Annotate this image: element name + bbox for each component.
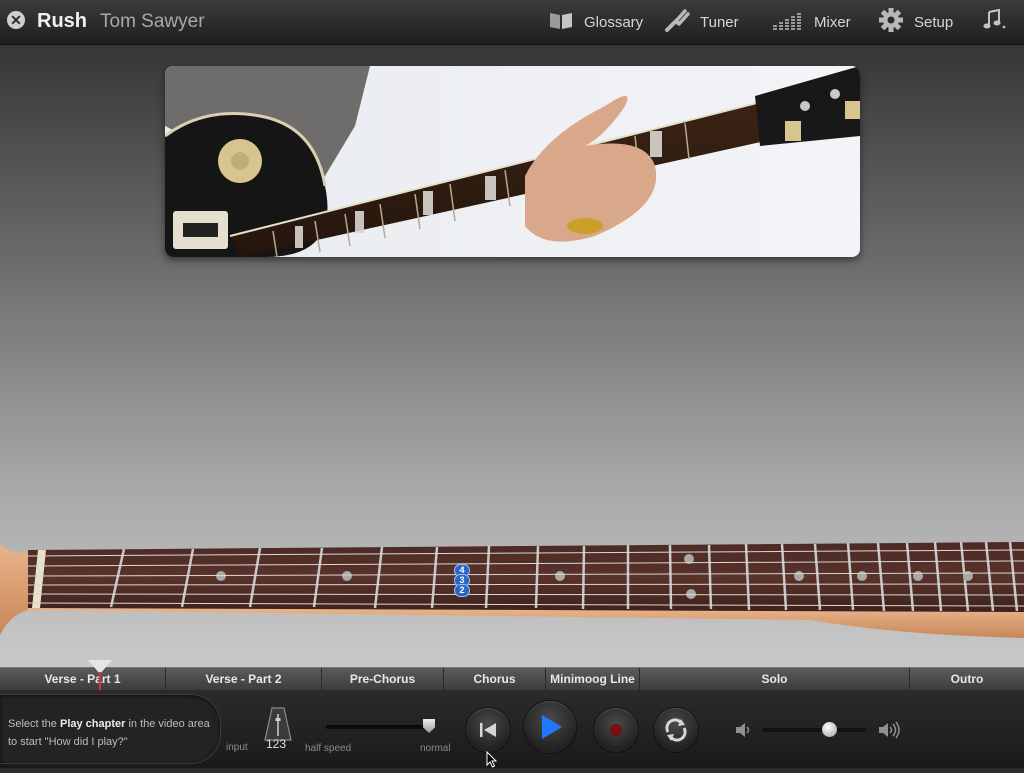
normal-speed-label: normal (420, 743, 451, 754)
volume-high-icon (877, 720, 903, 745)
volume-slider[interactable] (762, 728, 866, 732)
chapter-outro[interactable]: Outro (910, 668, 1024, 690)
skip-back-icon (480, 723, 496, 737)
mixer-bars-icon (772, 10, 804, 34)
input-label: input (226, 742, 248, 753)
chapter-verse-part-1[interactable]: Verse - Part 1 (0, 668, 166, 690)
loop-button[interactable] (654, 708, 698, 752)
record-button[interactable] (594, 708, 638, 752)
hint-panel: Select the Play chapter in the video are… (0, 694, 221, 764)
book-icon (548, 10, 574, 34)
chapter-chorus[interactable]: Chorus (444, 668, 546, 690)
speed-slider-knob[interactable] (423, 719, 435, 733)
music-note-icon (982, 8, 1008, 35)
volume-slider-knob[interactable] (822, 722, 837, 737)
chapter-pre-chorus[interactable]: Pre-Chorus (322, 668, 444, 690)
half-speed-label: half speed (305, 743, 352, 754)
chapter-verse-part-2[interactable]: Verse - Part 2 (166, 668, 322, 690)
finger-marker: 2 (454, 584, 470, 597)
loop-icon (665, 718, 687, 742)
record-icon (610, 724, 622, 736)
virtual-fretboard: 4 3 2 (0, 530, 1024, 645)
play-icon (542, 715, 562, 739)
lesson-video[interactable] (165, 66, 860, 257)
fretboard-graphic (0, 541, 1024, 638)
song-title: Tom Sawyer (100, 11, 205, 32)
music-menu-button[interactable] (982, 0, 1018, 44)
mouse-cursor-icon (486, 750, 498, 773)
speed-slider[interactable] (326, 725, 430, 729)
transport-bar: Select the Play chapter in the video are… (0, 690, 1024, 768)
chapter-bar: Verse - Part 1 Verse - Part 2 Pre-Chorus… (0, 667, 1024, 691)
rewind-button[interactable] (466, 708, 510, 752)
top-bar: ✕ Rush Tom Sawyer Glossary Tuner Mixer S… (0, 0, 1024, 45)
close-icon[interactable]: ✕ (7, 11, 25, 29)
hint-text: Select the Play chapter in the video are… (8, 718, 210, 748)
tuning-fork-icon (664, 8, 690, 36)
mixer-label: Mixer (814, 13, 851, 31)
play-button[interactable] (524, 701, 576, 753)
tuner-label: Tuner (700, 13, 739, 31)
gear-icon (878, 7, 904, 37)
guitar-closeup-image (165, 66, 860, 257)
glossary-label: Glossary (584, 13, 644, 31)
chapter-solo[interactable]: Solo (640, 668, 910, 690)
playhead-line (99, 672, 101, 690)
glossary-button[interactable]: Glossary (548, 0, 643, 44)
chapter-minimoog-line[interactable]: Minimoog Line (546, 668, 640, 690)
setup-label: Setup (914, 13, 954, 31)
artist-title: Rush (37, 10, 87, 32)
tuner-button[interactable]: Tuner (664, 0, 739, 44)
mixer-button[interactable]: Mixer (772, 0, 851, 44)
volume-low-icon (734, 721, 752, 744)
metronome-tempo: 123 (266, 737, 287, 751)
setup-button[interactable]: Setup (878, 0, 953, 44)
